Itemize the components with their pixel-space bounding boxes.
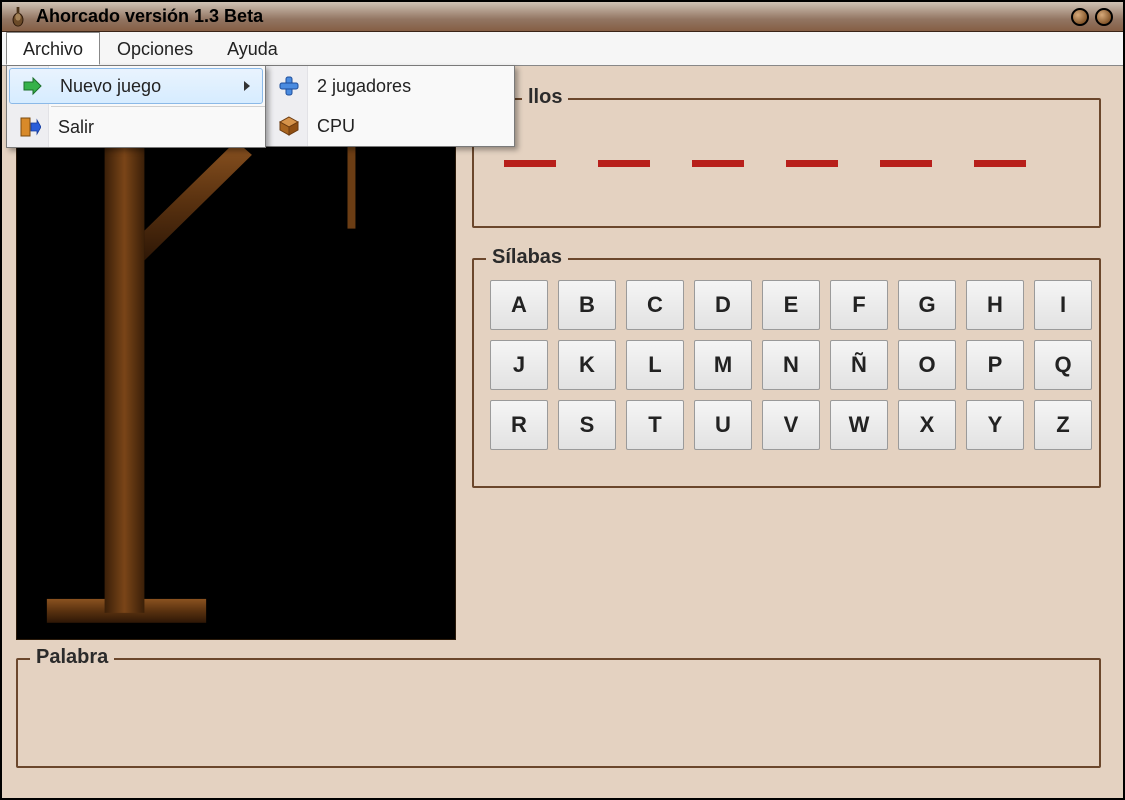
letter-button-r[interactable]: R (490, 400, 548, 450)
menuitem-nuevo-juego[interactable]: Nuevo juego (9, 68, 263, 104)
letter-button-l[interactable]: L (626, 340, 684, 390)
letter-button-z[interactable]: Z (1034, 400, 1092, 450)
letter-button-s[interactable]: S (558, 400, 616, 450)
letter-button-i[interactable]: I (1034, 280, 1092, 330)
letter-button-o[interactable]: O (898, 340, 956, 390)
submenu-nuevo-juego: 2 jugadores CPU (265, 65, 515, 147)
submenu-item-label: 2 jugadores (317, 76, 411, 97)
fieldset-palabra: Palabra (16, 658, 1101, 768)
fieldset-fallos: llos (472, 98, 1101, 228)
fallo-slot (880, 160, 932, 167)
letter-button-u[interactable]: U (694, 400, 752, 450)
submenu-item-label: CPU (317, 116, 355, 137)
letter-button-x[interactable]: X (898, 400, 956, 450)
dropdown-archivo: Nuevo juego Salir (6, 65, 266, 148)
content-area: llos Sílabas ABCDEFGHI JKLMNÑOPQ RSTUVWXYZ… (2, 66, 1123, 798)
chevron-right-icon (244, 81, 250, 91)
palabra-label: Palabra (30, 646, 114, 669)
box-brown-icon (277, 114, 301, 138)
letter-button-g[interactable]: G (898, 280, 956, 330)
letter-button-k[interactable]: K (558, 340, 616, 390)
fieldset-silabas: Sílabas ABCDEFGHIJKLMNÑOPQRSTUVWXYZ (472, 258, 1101, 488)
app-window: Ahorcado versión 1.3 Beta Archivo Opcion… (0, 0, 1125, 800)
arrow-right-green-icon (20, 74, 44, 98)
window-close-button[interactable] (1095, 8, 1113, 26)
menu-ayuda[interactable]: Ayuda (210, 32, 295, 65)
submenu-item-cpu[interactable]: CPU (266, 106, 514, 146)
menuitem-label: Nuevo juego (60, 76, 161, 97)
letter-button-a[interactable]: A (490, 280, 548, 330)
letter-button-b[interactable]: B (558, 280, 616, 330)
fallo-slot (692, 160, 744, 167)
letter-button-d[interactable]: D (694, 280, 752, 330)
menuitem-salir[interactable]: Salir (7, 107, 265, 147)
letter-button-h[interactable]: H (966, 280, 1024, 330)
letter-button-n[interactable]: N (762, 340, 820, 390)
window-title: Ahorcado versión 1.3 Beta (36, 6, 1063, 27)
window-controls (1071, 8, 1117, 26)
letter-button-j[interactable]: J (490, 340, 548, 390)
silabas-label: Sílabas (486, 246, 568, 269)
letter-button-f[interactable]: F (830, 280, 888, 330)
gallows-canvas (16, 80, 456, 640)
letter-button-e[interactable]: E (762, 280, 820, 330)
letter-grid: ABCDEFGHI JKLMNÑOPQ RSTUVWXYZ (474, 260, 1099, 460)
letter-button-c[interactable]: C (626, 280, 684, 330)
app-icon (8, 7, 28, 27)
fallo-slot (598, 160, 650, 167)
menu-opciones[interactable]: Opciones (100, 32, 210, 65)
menuitem-label: Salir (58, 117, 94, 138)
submenu-item-2-jugadores[interactable]: 2 jugadores (266, 66, 514, 106)
fallo-slot (974, 160, 1026, 167)
letter-button-m[interactable]: M (694, 340, 752, 390)
window-minimize-button[interactable] (1071, 8, 1089, 26)
letter-button-t[interactable]: T (626, 400, 684, 450)
fallo-slot (504, 160, 556, 167)
letter-button-y[interactable]: Y (966, 400, 1024, 450)
plus-blue-icon (277, 74, 301, 98)
titlebar: Ahorcado versión 1.3 Beta (2, 2, 1123, 32)
menubar: Archivo Opciones Ayuda (2, 32, 1123, 66)
letter-button-q[interactable]: Q (1034, 340, 1092, 390)
menu-archivo[interactable]: Archivo (6, 32, 100, 65)
fallos-dashes (474, 100, 1099, 167)
letter-button-w[interactable]: W (830, 400, 888, 450)
letter-button-p[interactable]: P (966, 340, 1024, 390)
fallo-slot (786, 160, 838, 167)
letter-button-ñ[interactable]: Ñ (830, 340, 888, 390)
fallos-label: llos (522, 86, 568, 109)
exit-door-icon (18, 115, 42, 139)
letter-button-v[interactable]: V (762, 400, 820, 450)
